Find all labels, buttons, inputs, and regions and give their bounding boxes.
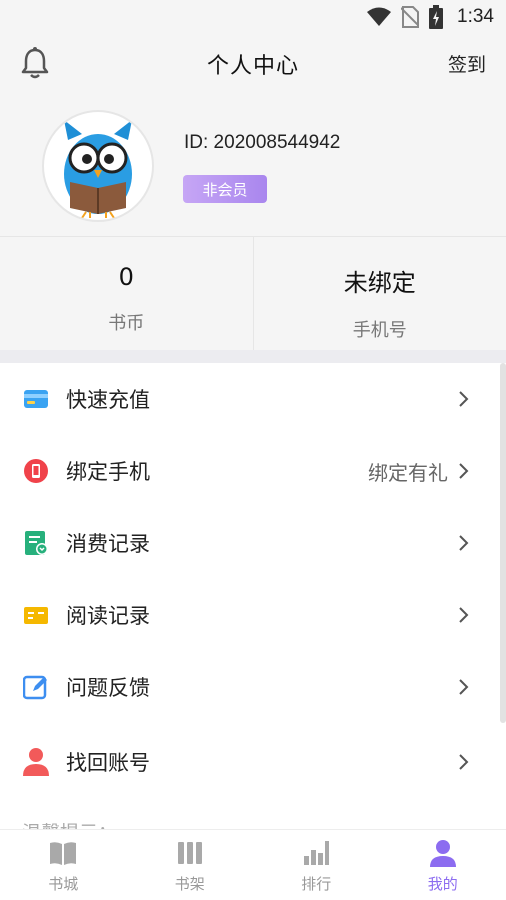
receipt-icon [25, 531, 48, 555]
page-header: 个人中心 签到 [0, 34, 506, 94]
avatar[interactable] [42, 110, 154, 222]
menu-label-feedback: 问题反馈 [66, 676, 150, 700]
menu-item-bind-phone[interactable]: 绑定手机 绑定有礼 [0, 435, 500, 507]
tab-bookshelf[interactable]: 书架 [127, 830, 254, 900]
reading-record-icon [24, 607, 48, 624]
tab-label-profile: 我的 [427, 875, 458, 893]
menu-label-recover-account: 找回账号 [66, 751, 150, 775]
user-icon [23, 748, 49, 776]
edit-icon [23, 675, 47, 700]
menu-item-reading-record[interactable]: 阅读记录 [0, 579, 500, 651]
profile-icon [429, 840, 456, 867]
no-sim-icon [401, 6, 420, 28]
menu-item-feedback[interactable]: 问题反馈 [0, 651, 500, 723]
coins-stat[interactable]: 0 书币 [0, 237, 253, 350]
bind-gift-hint: 绑定有礼 [368, 460, 448, 485]
scrollbar[interactable] [500, 363, 506, 723]
chevron-right-icon [459, 463, 469, 479]
chevron-right-icon [459, 535, 469, 551]
tab-label-ranking: 排行 [301, 875, 332, 893]
phone-icon [24, 459, 48, 483]
ranking-icon [304, 841, 330, 865]
status-bar: 1:34 [0, 0, 506, 34]
status-time: 1:34 [457, 6, 494, 27]
wifi-icon [367, 7, 392, 26]
menu-label-reading-record: 阅读记录 [66, 604, 150, 628]
chevron-right-icon [459, 679, 469, 695]
menu-item-recover-account[interactable]: 找回账号 [0, 723, 500, 801]
battery-charging-icon [429, 5, 444, 29]
phone-stat[interactable]: 未绑定 手机号 [252, 237, 506, 350]
chevron-right-icon [459, 391, 469, 407]
tip-heading: 温馨提示： [22, 818, 117, 829]
stats-row: 0 书币 未绑定 手机号 [0, 236, 506, 350]
sign-in-button[interactable]: 签到 [448, 50, 486, 77]
menu-label-bind-phone: 绑定手机 [66, 460, 150, 484]
tab-label-bookstore: 书城 [48, 875, 79, 893]
bookshelf-icon [177, 842, 202, 864]
profile-section: ID: 202008544942 非会员 [0, 94, 506, 236]
book-icon [50, 842, 77, 865]
user-id: ID: 202008544942 [184, 132, 341, 153]
tab-profile[interactable]: 我的 [380, 830, 506, 900]
coins-value: 0 [118, 263, 134, 291]
menu-label-recharge: 快速充值 [66, 388, 150, 412]
coins-label: 书币 [108, 313, 145, 334]
membership-badge[interactable]: 非会员 [183, 175, 267, 203]
chevron-right-icon [459, 754, 469, 770]
chevron-right-icon [459, 607, 469, 623]
menu-item-spending-record[interactable]: 消费记录 [0, 507, 500, 579]
card-icon [24, 390, 48, 408]
tab-ranking[interactable]: 排行 [253, 830, 380, 900]
section-divider [0, 350, 506, 363]
bottom-tab-bar: 书城 书架 排行 我的 [0, 829, 506, 900]
owl-avatar-icon [64, 120, 132, 219]
page-title: 个人中心 [206, 54, 299, 79]
menu-label-spending-record: 消费记录 [66, 532, 150, 556]
tab-bookstore[interactable]: 书城 [0, 830, 127, 900]
menu-item-recharge[interactable]: 快速充值 [0, 363, 500, 435]
bell-icon[interactable] [20, 46, 50, 80]
phone-label: 手机号 [352, 320, 407, 341]
menu-list: 快速充值 绑定手机 绑定有礼 消费记录 阅读记录 问题反馈 找回账号 [0, 363, 506, 829]
tab-label-bookshelf: 书架 [174, 875, 205, 893]
phone-value: 未绑定 [343, 269, 416, 297]
